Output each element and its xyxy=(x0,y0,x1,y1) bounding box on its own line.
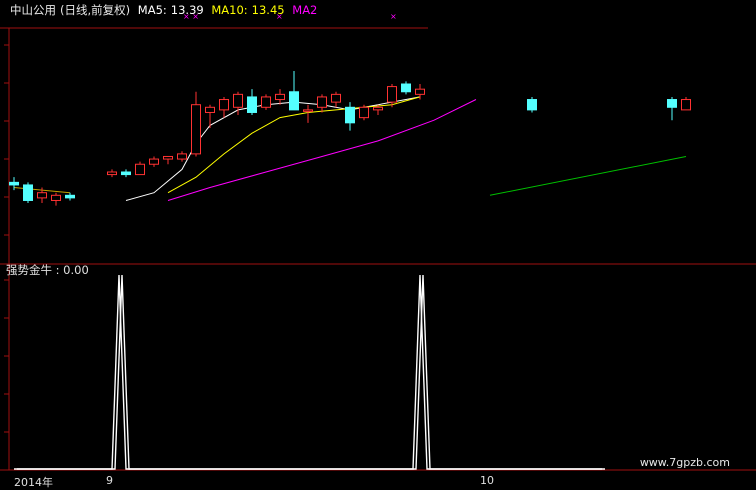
x-axis-tick-9: 9 xyxy=(106,474,113,487)
candle-body xyxy=(205,106,215,113)
x-axis-tick-10: 10 xyxy=(480,474,494,487)
ma5-value: 13.39 xyxy=(170,3,204,17)
candle-body xyxy=(275,93,285,101)
candle-body xyxy=(107,171,117,176)
ma10-label: MA10: xyxy=(211,3,248,17)
candle-body xyxy=(415,88,425,95)
stock-title: 中山公用 xyxy=(10,3,56,17)
ma-line xyxy=(489,156,687,196)
ma-line xyxy=(125,96,421,201)
candle-body xyxy=(359,106,369,119)
candle-body xyxy=(121,171,131,176)
y-axis-ticks xyxy=(4,44,9,433)
candle-body xyxy=(163,155,173,160)
candle-body xyxy=(149,158,159,165)
candle-body xyxy=(289,91,299,111)
svg-text:×: × xyxy=(390,12,397,21)
candle-body xyxy=(233,93,243,108)
candle-body xyxy=(65,194,75,199)
candle-body xyxy=(177,153,187,160)
ma-line xyxy=(167,99,477,201)
watermark: www.7gpzb.com xyxy=(639,456,730,469)
indicator-label: 强势金牛 xyxy=(6,263,52,277)
signal-line xyxy=(14,274,602,470)
candle-body xyxy=(373,106,383,111)
candle-body xyxy=(51,194,61,201)
candle-body xyxy=(23,184,33,201)
candle-body xyxy=(191,104,201,155)
candle-body xyxy=(331,93,341,103)
candle-body xyxy=(9,181,19,186)
signal-line xyxy=(17,274,605,470)
x-axis-year: 2014年 xyxy=(14,476,53,489)
candle-body xyxy=(345,106,355,124)
indicator-panel xyxy=(14,274,605,470)
candle-body xyxy=(317,96,327,108)
period-label: (日线,前复权) xyxy=(60,3,131,17)
candle-body xyxy=(681,99,691,111)
chart-canvas: × × × × xyxy=(0,12,756,471)
candle-body xyxy=(303,109,313,112)
frame xyxy=(0,27,756,471)
candle-body xyxy=(247,96,257,113)
chart-header: 中山公用 (日线,前复权) MA5: 13.39 MA10: 13.45 MA2 xyxy=(10,2,321,18)
ma10-value: 13.45 xyxy=(251,3,285,17)
ma20-label: MA2 xyxy=(292,3,318,17)
ma5-label: MA5: xyxy=(137,3,167,17)
candle-body xyxy=(527,99,537,111)
candle-body xyxy=(261,96,271,108)
indicator-header: 强势金牛 : 0.00 xyxy=(6,262,89,278)
candle-body xyxy=(219,99,229,111)
candle-body xyxy=(401,83,411,93)
candle-body xyxy=(37,192,47,199)
candles xyxy=(9,71,691,206)
candle-body xyxy=(135,163,145,176)
indicator-value: : 0.00 xyxy=(55,263,89,277)
candle-body xyxy=(667,99,677,108)
candle-body xyxy=(387,86,397,103)
